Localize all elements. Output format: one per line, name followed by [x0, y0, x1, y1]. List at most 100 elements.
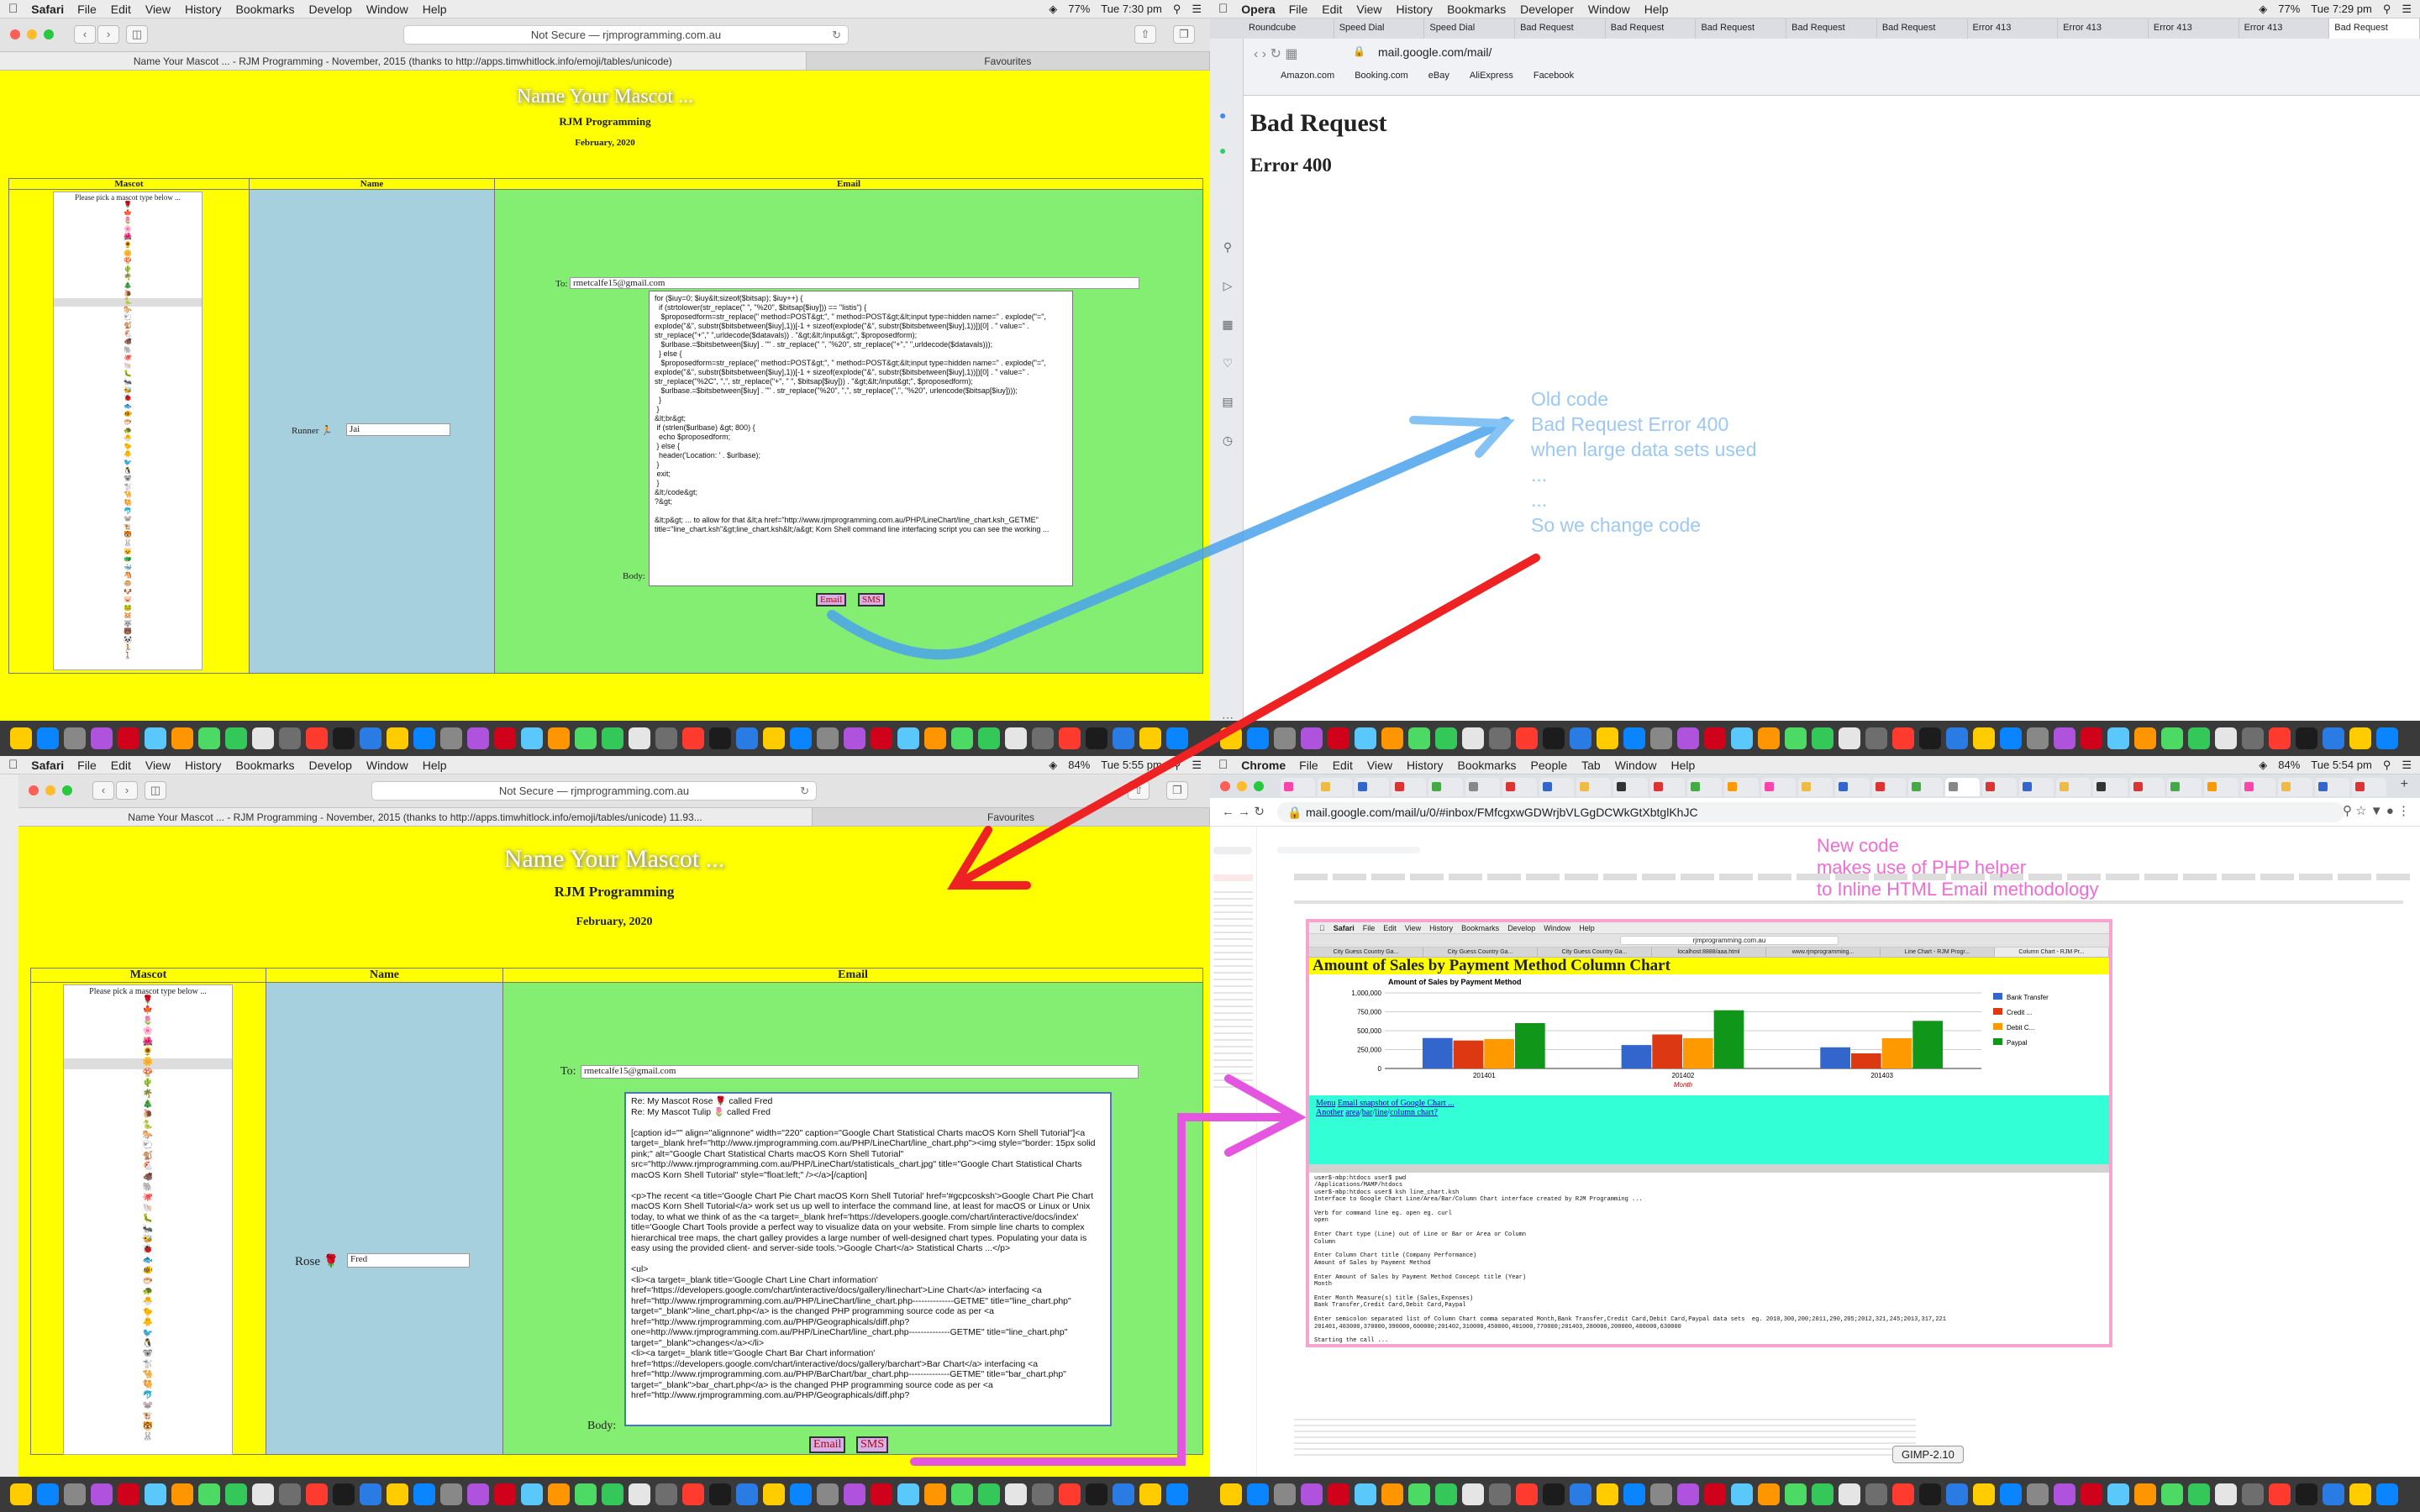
dock-app-icon[interactable] — [387, 1483, 408, 1505]
mascot-option-icon[interactable]: 🐔 — [64, 1163, 232, 1173]
dock-app-icon[interactable] — [1919, 727, 1941, 749]
bookmark-link[interactable]: Booking.com — [1355, 71, 1408, 81]
dock-app-icon[interactable] — [225, 1483, 247, 1505]
dock-app-icon[interactable] — [1973, 727, 1995, 749]
dock-app-icon[interactable] — [198, 727, 220, 749]
back-icon[interactable]: ‹ › ↻ ▦ — [1254, 45, 1298, 62]
dock-app-icon[interactable] — [2161, 1483, 2183, 1505]
dock-app-icon[interactable] — [1462, 1483, 1484, 1505]
dock-app-icon[interactable] — [1731, 1483, 1753, 1505]
battery-level[interactable]: 77% — [2278, 3, 2300, 15]
dock-app-icon[interactable] — [871, 727, 892, 749]
dock-app-icon[interactable] — [1597, 1483, 1618, 1505]
search-icon[interactable]: ⚲ — [2383, 759, 2391, 772]
share-icon[interactable]: ⇧ — [1128, 781, 1150, 800]
dock-app-icon[interactable] — [1247, 727, 1269, 749]
dock-app-icon[interactable] — [1005, 727, 1027, 749]
dock-app-icon[interactable] — [171, 1483, 193, 1505]
another-link[interactable]: Another — [1316, 1108, 1344, 1117]
chrome-tab[interactable] — [2056, 778, 2091, 796]
dock-app-icon[interactable] — [521, 727, 543, 749]
close-button[interactable] — [29, 785, 39, 795]
dock-app-icon[interactable] — [2027, 727, 2049, 749]
mascot-option-icon[interactable]: 🐞 — [64, 1246, 232, 1256]
dock-app-icon[interactable] — [1839, 1483, 1860, 1505]
dock-app-icon[interactable] — [467, 727, 489, 749]
tab-mascot[interactable]: Name Your Mascot ... - RJM Programming -… — [18, 808, 813, 826]
menu-file[interactable]: File — [77, 759, 97, 772]
dock-app-icon[interactable] — [333, 727, 355, 749]
dock-app-icon[interactable] — [1570, 727, 1591, 749]
chrome-tab[interactable] — [2352, 778, 2387, 796]
dock-app-icon[interactable] — [1086, 1483, 1107, 1505]
opera-tab[interactable]: Roundcube — [1244, 18, 1334, 39]
dock-app-icon[interactable] — [2081, 1483, 2102, 1505]
sidebar-messenger-icon[interactable]: ● — [1219, 97, 1226, 133]
share-icon[interactable]: ⇧ — [1134, 25, 1156, 44]
dock-app-icon[interactable] — [951, 727, 973, 749]
dock-app-icon[interactable] — [2054, 1483, 2075, 1505]
chrome-tab[interactable] — [1834, 778, 1870, 796]
chrome-tab[interactable] — [2278, 778, 2313, 796]
app-menu[interactable]: Opera — [1241, 3, 1275, 16]
dock-app-icon[interactable] — [1381, 1483, 1403, 1505]
apple-icon[interactable]:  — [8, 758, 18, 772]
chrome-tab[interactable] — [1982, 778, 2018, 796]
dock-app-icon[interactable] — [736, 727, 758, 749]
dock-app-icon[interactable] — [1677, 727, 1699, 749]
dock-app-icon[interactable] — [1005, 1483, 1027, 1505]
menu-edit[interactable]: Edit — [1322, 3, 1342, 16]
address-bar[interactable]: Not Secure — rjmprogramming.com.au ↻ — [403, 25, 849, 45]
dock-app-icon[interactable] — [1758, 1483, 1780, 1505]
dock-app-icon[interactable] — [1543, 1483, 1565, 1505]
dock-app-icon[interactable] — [279, 727, 301, 749]
mascot-option-icon[interactable]: 🐰 — [64, 1433, 232, 1443]
dock-app-icon[interactable] — [2000, 1483, 2022, 1505]
chrome-tab[interactable] — [1428, 778, 1463, 796]
reload-icon[interactable]: ↻ — [800, 782, 809, 800]
dock-app-icon[interactable] — [1516, 1483, 1538, 1505]
dock-app-icon[interactable] — [37, 727, 59, 749]
dock-app-icon[interactable] — [2134, 727, 2156, 749]
menu-bookmarks[interactable]: Bookmarks — [1458, 759, 1517, 772]
menu-bookmarks[interactable]: Bookmarks — [236, 3, 295, 16]
dock-app-icon[interactable] — [2376, 1483, 2398, 1505]
sms-button[interactable]: SMS — [858, 593, 886, 606]
name-input[interactable]: Fred — [347, 1253, 470, 1268]
chrome-tab[interactable] — [1391, 778, 1426, 796]
chrome-tab[interactable] — [1908, 778, 1944, 796]
menu-window[interactable]: Window — [1588, 3, 1630, 16]
dock-app-icon[interactable] — [2376, 727, 2398, 749]
dock-app-icon[interactable] — [10, 1483, 32, 1505]
area-link[interactable]: area — [1345, 1108, 1360, 1117]
mascot-option-icon[interactable]: 🐛 — [64, 1215, 232, 1225]
dock-app-icon[interactable] — [763, 1483, 785, 1505]
chrome-tab[interactable] — [2167, 778, 2202, 796]
name-input[interactable]: Jai — [346, 423, 450, 436]
battery-level[interactable]: 77% — [1068, 3, 1090, 15]
dock-app-icon[interactable] — [2134, 1483, 2156, 1505]
dock-app-icon[interactable] — [2269, 1483, 2291, 1505]
clock[interactable]: Tue 5:55 pm — [1101, 759, 1162, 771]
dock-app-icon[interactable] — [2296, 1483, 2317, 1505]
menu-view[interactable]: View — [145, 3, 171, 16]
compose-button[interactable] — [1213, 847, 1252, 854]
dock-app-icon[interactable] — [1516, 727, 1538, 749]
dock-app-icon[interactable] — [1489, 1483, 1511, 1505]
chrome-tab[interactable] — [1317, 778, 1352, 796]
chrome-tab[interactable] — [1760, 778, 1796, 796]
opera-tab[interactable]: Error 413 — [1968, 18, 2059, 39]
dock-app-icon[interactable] — [1597, 727, 1618, 749]
mascot-option-icon[interactable]: 🐨 — [64, 1350, 232, 1360]
wifi-icon[interactable]: ◈ — [2259, 3, 2267, 16]
address-bar[interactable]: mail.google.com/mail/ — [1378, 45, 1491, 59]
dock-app-icon[interactable] — [682, 1483, 704, 1505]
menu-bookmarks[interactable]: Bookmarks — [236, 759, 295, 772]
dock-app-icon[interactable] — [1650, 1483, 1672, 1505]
zoom-button[interactable] — [62, 785, 72, 795]
menu-help[interactable]: Help — [1671, 759, 1696, 772]
dock-app-icon[interactable] — [1059, 1483, 1081, 1505]
opera-tab[interactable]: Error 413 — [2058, 18, 2149, 39]
dock-app-icon[interactable] — [10, 727, 32, 749]
mascot-option-icon[interactable]: 🍁 — [64, 1006, 232, 1016]
